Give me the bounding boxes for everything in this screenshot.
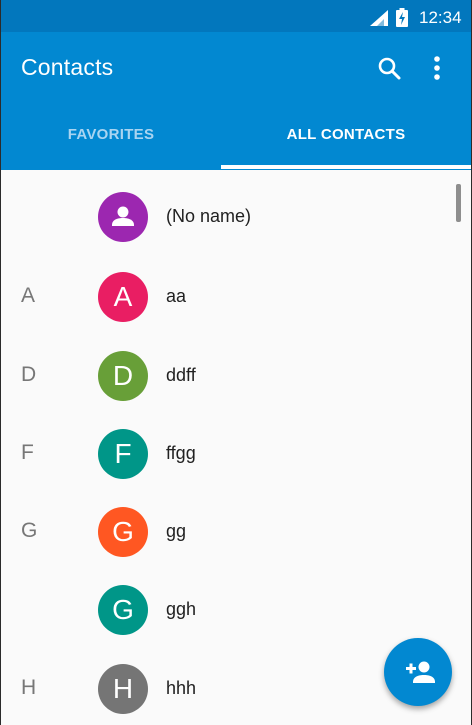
list-item[interactable]: A A aa: [1, 257, 471, 335]
list-item[interactable]: (No name): [1, 177, 471, 255]
contact-name: hhh: [166, 678, 197, 698]
avatar: G: [98, 507, 148, 557]
section-letter: A: [21, 284, 36, 307]
section-letter: G: [21, 519, 38, 542]
search-button[interactable]: [373, 52, 407, 86]
add-contact-button[interactable]: [384, 638, 452, 706]
list-item[interactable]: G ggh: [1, 570, 471, 648]
app-bar: Contacts FAVORITES ALL CONTACTS: [1, 32, 471, 170]
list-item[interactable]: D D ddff: [1, 336, 471, 414]
more-vert-icon: [434, 56, 440, 80]
scrollbar[interactable]: [456, 184, 461, 222]
avatar: [98, 192, 148, 242]
battery-charging-icon: [396, 8, 408, 27]
contact-name: (No name): [166, 206, 252, 226]
contact-name: gg: [166, 521, 187, 541]
status-bar: 12:34: [1, 0, 471, 32]
section-letter: H: [21, 676, 37, 699]
page-title: Contacts: [21, 54, 114, 80]
list-item[interactable]: F F ffgg: [1, 414, 471, 492]
add-contact-icon: [406, 661, 435, 683]
avatar: G: [98, 585, 148, 635]
tab-indicator: [221, 165, 471, 169]
avatar: F: [98, 429, 148, 479]
section-letter: [21, 177, 51, 255]
section-letter: F: [21, 441, 34, 464]
search-icon: [378, 57, 401, 80]
signal-icon: [370, 10, 388, 26]
more-options-button[interactable]: [425, 52, 449, 86]
person-icon: [112, 206, 134, 226]
section-letter: [21, 570, 51, 648]
list-item[interactable]: G G gg: [1, 492, 471, 570]
avatar: H: [98, 664, 148, 714]
tab-all-contacts[interactable]: ALL CONTACTS: [221, 116, 471, 168]
tab-favorites[interactable]: FAVORITES: [1, 116, 221, 168]
contact-name: ddff: [166, 365, 196, 385]
contact-name: ffgg: [166, 443, 196, 463]
contact-name: ggh: [166, 599, 197, 619]
contact-name: aa: [166, 286, 187, 306]
avatar: D: [98, 351, 148, 401]
contacts-screen: 12:34 Contacts FAVORITES ALL CONTACTS (N…: [1, 0, 471, 725]
section-letter: D: [21, 363, 37, 386]
status-time: 12:34: [419, 8, 462, 27]
avatar: A: [98, 272, 148, 322]
